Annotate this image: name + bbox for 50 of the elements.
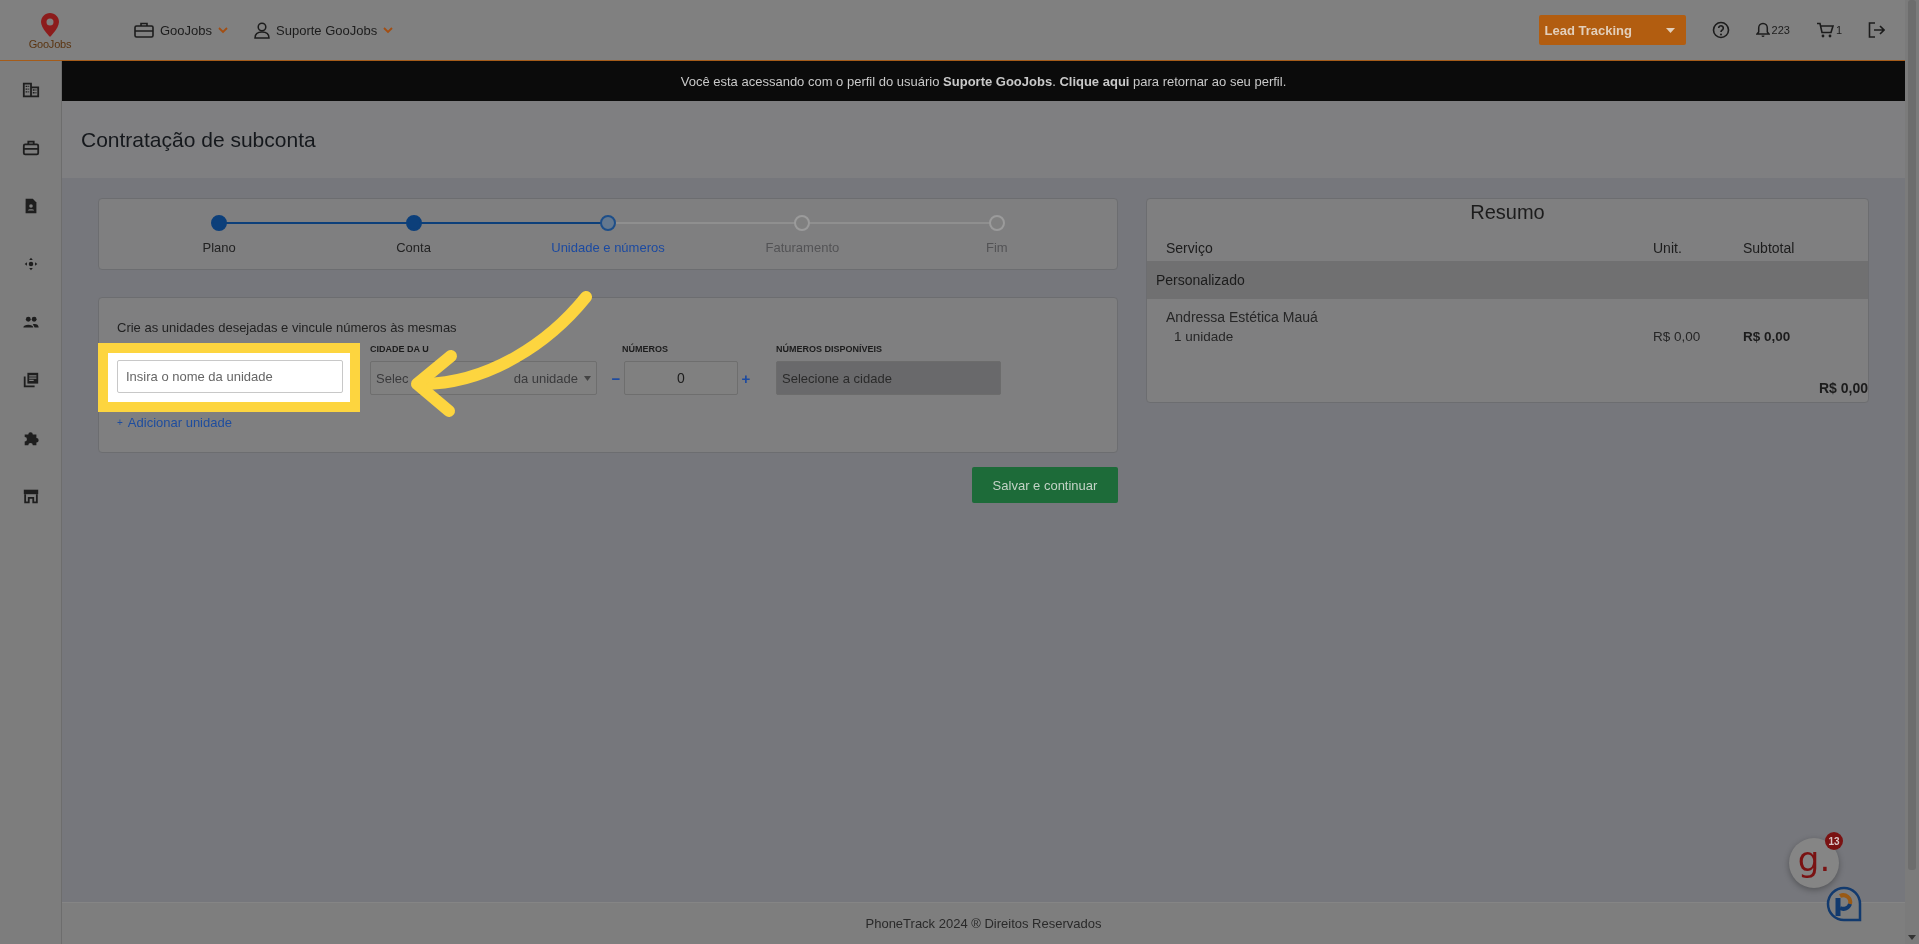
page-title: Contratação de subconta — [81, 127, 316, 152]
cart-icon[interactable] — [1815, 22, 1834, 38]
scroll-down-icon[interactable] — [1908, 935, 1916, 940]
lead-tracking-button[interactable]: Lead Tracking — [1538, 15, 1686, 45]
impersonation-notice: Você esta acessando com o perfil do usuário Suporte GooJobs. Clique aqui para retornar ao seu perfil. — [680, 73, 1287, 89]
quantity-text: 1 unidade — [1174, 329, 1234, 344]
decrement-button[interactable]: − — [610, 369, 622, 387]
column-header: Unit. — [1653, 240, 1683, 256]
field-label: NÚMEROS DISPONÍVEIS — [776, 344, 884, 355]
ring-logo-icon[interactable] — [1826, 886, 1862, 922]
caret-icon — [584, 375, 591, 381]
user-icon — [254, 21, 271, 39]
logo-text[interactable]: GooJobs — [28, 37, 72, 50]
cart-count: 1 — [1835, 24, 1842, 36]
footer-text: PhoneTrack 2024 ® Direitos Reservados — [865, 916, 1102, 931]
numbers-field[interactable]: 0 — [624, 361, 738, 395]
field-label: CIDADE DA U — [370, 344, 430, 355]
building-icon[interactable] — [21, 81, 40, 99]
column-header: Subtotal — [1743, 240, 1796, 256]
group-label: Personalizado — [1156, 272, 1245, 288]
step-label[interactable]: Conta — [396, 240, 431, 255]
nav-menu[interactable]: GooJobs — [134, 22, 229, 38]
step-label[interactable]: Unidade e números — [551, 240, 665, 255]
field-label: NÚMEROS — [622, 344, 669, 355]
documents-icon[interactable] — [21, 371, 40, 389]
store-icon[interactable] — [21, 487, 40, 505]
column-header: Serviço — [1166, 240, 1214, 256]
notification-badge: 13 — [1825, 832, 1843, 850]
bell-icon[interactable] — [1755, 22, 1770, 38]
chevron-down-icon — [218, 26, 229, 34]
briefcase-icon[interactable] — [21, 139, 40, 157]
help-icon[interactable] — [1711, 21, 1730, 39]
instruction-text: Crie as unidades desejadas e vincule números às mesmas — [117, 320, 458, 335]
subtotal-value: R$ 0,00 — [1743, 329, 1792, 344]
caret-icon — [1665, 27, 1675, 33]
map-pin-icon — [41, 12, 59, 37]
summary-title: Resumo — [1469, 200, 1546, 225]
unit-name: Andressa Estética Mauá — [1166, 309, 1318, 325]
step-label[interactable]: Plano — [202, 240, 236, 255]
notification-count: 223 — [1771, 24, 1790, 36]
save-continue-button[interactable]: Salvar e continuar — [972, 467, 1118, 503]
increment-button[interactable]: + — [740, 369, 752, 387]
nav-menu[interactable]: Suporte GooJobs — [254, 21, 394, 39]
briefcase-icon — [134, 22, 154, 38]
unit-price: R$ 0,00 — [1653, 329, 1702, 344]
chevron-down-icon — [383, 26, 394, 34]
total-value: R$ 0,00 — [1818, 380, 1868, 396]
unit-name-field[interactable]: Insira o nome da unidade — [117, 360, 343, 393]
add-unit-link[interactable]: + Adicionar unidade — [117, 415, 1099, 430]
logout-icon[interactable] — [1868, 22, 1885, 38]
